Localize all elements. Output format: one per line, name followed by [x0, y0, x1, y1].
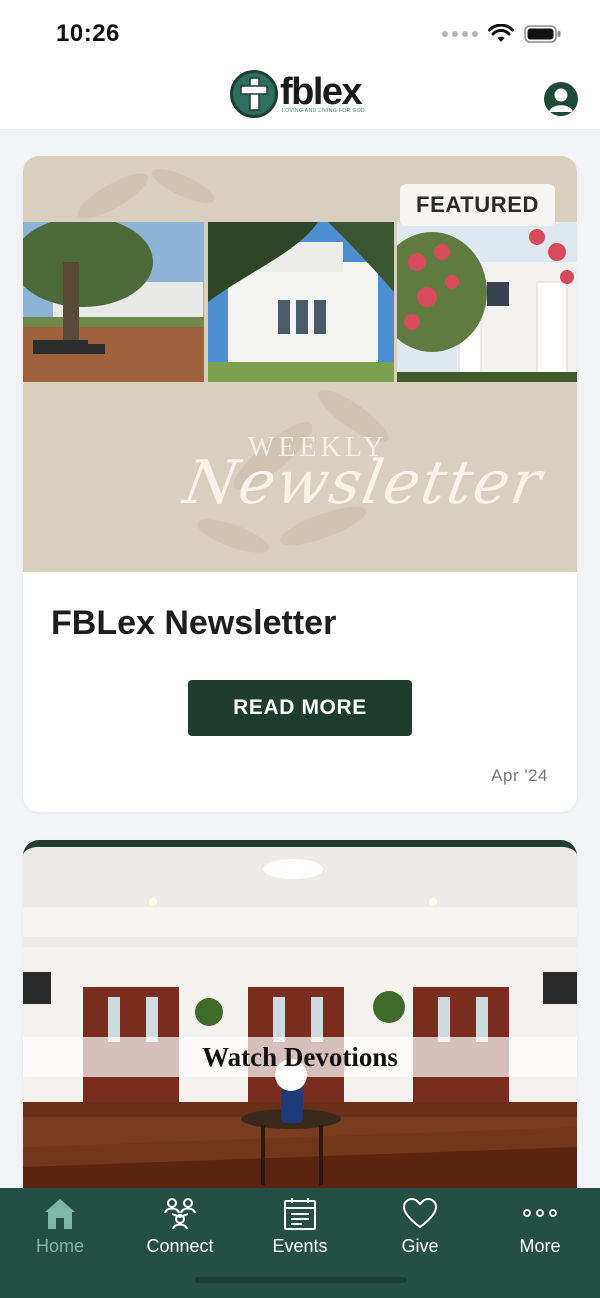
heart-icon — [400, 1194, 440, 1234]
people-icon — [160, 1194, 200, 1234]
tab-home-label: Home — [35, 1236, 84, 1256]
church-entrance-photo — [208, 222, 394, 382]
tab-give[interactable]: Give — [360, 1194, 480, 1258]
profile-button[interactable] — [544, 82, 578, 116]
read-more-button[interactable]: READ MORE — [188, 680, 412, 736]
church-tree-photo — [23, 222, 204, 382]
calendar-icon — [280, 1194, 320, 1234]
status-time: 10:26 — [56, 20, 120, 47]
logo-tagline: LOVING AND LIVING FOR GOD — [282, 108, 366, 114]
church-lobby-image: Watch Devotions — [23, 847, 577, 1220]
newsletter-hero-image: FEATURED WEEKLY Newsletter — [23, 156, 577, 572]
card-date: Apr '24 — [491, 766, 548, 785]
tab-connect[interactable]: Connect — [120, 1194, 240, 1258]
watch-devotions-card[interactable]: Watch Devotions — [23, 840, 577, 1220]
featured-badge: FEATURED — [400, 184, 555, 226]
card-title: FBLex Newsletter — [51, 604, 337, 642]
tab-events-label: Events — [272, 1236, 328, 1256]
logo-wordmark: fblex — [280, 71, 363, 113]
tab-connect-label: Connect — [146, 1236, 214, 1256]
signal-dots-icon — [442, 31, 478, 37]
status-icons — [442, 24, 562, 44]
newsletter-card[interactable]: FEATURED WEEKLY Newsletter FBLex Newslet… — [23, 156, 577, 812]
watch-devotions-label: Watch Devotions — [23, 1037, 577, 1077]
tab-more[interactable]: More — [480, 1194, 600, 1258]
wifi-icon — [488, 24, 514, 42]
home-indicator — [195, 1277, 407, 1283]
battery-icon — [524, 25, 561, 43]
tab-home[interactable]: Home — [0, 1194, 120, 1258]
cross-logo-icon — [230, 70, 278, 118]
home-icon — [40, 1194, 80, 1234]
hero-newsletter-script: Newsletter — [178, 448, 549, 518]
tab-give-label: Give — [401, 1236, 439, 1256]
tab-more-label: More — [519, 1236, 561, 1256]
tab-events[interactable]: Events — [240, 1194, 360, 1258]
church-crepe-myrtle-photo — [397, 222, 577, 382]
app-header: fblex LOVING AND LIVING FOR GOD — [0, 64, 600, 130]
status-bar: 10:26 — [0, 0, 600, 64]
fblex-logo[interactable]: fblex LOVING AND LIVING FOR GOD — [230, 70, 365, 118]
more-dots-icon — [520, 1194, 560, 1234]
user-circle-icon — [549, 88, 573, 112]
